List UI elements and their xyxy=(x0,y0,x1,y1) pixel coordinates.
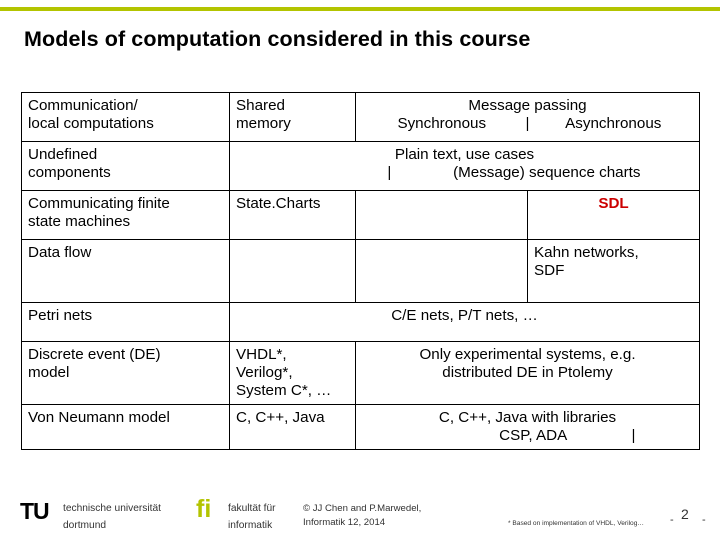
faculty-line2: informatik xyxy=(228,520,273,531)
vn-label: Von Neumann model xyxy=(28,408,170,426)
copyright-line1: © JJ Chen and P.Marwedel, xyxy=(303,503,422,514)
page-number: 2 xyxy=(681,506,689,522)
page-dash-left: - xyxy=(670,514,674,526)
undefined-line1: Undefined xyxy=(28,146,98,163)
header-synchronous: Synchronous xyxy=(397,114,487,132)
table-row-undefined-components: Undefined components Plain text, use cas… xyxy=(21,141,701,191)
table-header-row: Communication/ local computations Shared… xyxy=(21,92,701,142)
undefined-merged-line1: Plain text, use cases xyxy=(394,146,535,163)
undefined-merged-line2: | (Message) sequence charts xyxy=(236,164,693,182)
de-merged-line1: Only experimental systems, e.g. xyxy=(419,346,636,363)
models-of-computation-table: Communication/ local computations Shared… xyxy=(21,92,701,450)
footnote-based-on: * Based on implementation of VHDL, Veril… xyxy=(508,520,644,527)
table-row-petri-nets: Petri nets C/E nets, P/T nets, … xyxy=(21,302,701,342)
header-cell-communication: Communication/ local computations xyxy=(21,92,230,142)
cfsm-sdl: SDL xyxy=(598,195,629,212)
row-label-data-flow: Data flow xyxy=(21,239,230,303)
header-shared-line2: memory xyxy=(236,114,291,132)
header-sync-async-row: Synchronous | Asynchronous xyxy=(362,115,693,133)
fi-logo: fi xyxy=(196,495,212,523)
de-merged-line2: distributed DE in Ptolemy xyxy=(442,363,613,381)
de-systemc: System C*, … xyxy=(236,381,332,399)
models-table-wrapper: Communication/ local computations Shared… xyxy=(21,92,701,450)
copyright-line2: Informatik 12, 2014 xyxy=(303,517,386,528)
cell-petri-merged: C/E nets, P/T nets, … xyxy=(228,302,701,342)
cell-cfsm-shared-memory: State.Charts xyxy=(229,190,356,240)
header-communication-line1: Communication/ xyxy=(28,97,138,114)
cell-vn-merged: C, C++, Java with libraries CSP, ADA | xyxy=(354,403,701,450)
cell-vn-shared-memory: C, C++, Java xyxy=(229,403,356,450)
row-label-undefined-components: Undefined components xyxy=(21,141,230,191)
table-row-communicating-fsm: Communicating finite state machines Stat… xyxy=(21,190,701,240)
table-row-data-flow: Data flow Kahn networks, SDF xyxy=(21,239,701,303)
petri-label: Petri nets xyxy=(28,307,93,324)
dataflow-kahn: Kahn networks, xyxy=(534,244,639,261)
header-asynchronous: Asynchronous xyxy=(565,114,662,132)
cfsm-line2: state machines xyxy=(28,212,131,230)
vn-merged-line1: C, C++, Java with libraries xyxy=(438,408,617,426)
de-vhdl: VHDL*, xyxy=(236,346,287,363)
row-label-von-neumann: Von Neumann model xyxy=(21,403,230,450)
vn-csp-ada: CSP, ADA xyxy=(499,426,568,444)
header-message-passing: Message passing xyxy=(468,97,587,114)
tu-logo: TU xyxy=(20,498,50,524)
undefined-merged-pipe: | xyxy=(387,163,392,181)
undefined-merged-msc: (Message) sequence charts xyxy=(453,163,641,181)
page-title: Models of computation considered in this… xyxy=(24,27,531,51)
tu-university-line2: dortmund xyxy=(63,520,107,531)
dataflow-label: Data flow xyxy=(28,244,92,261)
cell-dataflow-asynchronous: Kahn networks, SDF xyxy=(526,239,701,303)
header-shared-line1: Shared xyxy=(236,97,285,114)
row-cell-undefined-merged: Plain text, use cases | (Message) sequen… xyxy=(228,141,701,191)
row-label-discrete-event: Discrete event (DE) model xyxy=(21,341,230,405)
table-row-von-neumann: Von Neumann model C, C++, Java C, C++, J… xyxy=(21,403,701,450)
header-communication-line2: local computations xyxy=(28,114,154,132)
vn-merged-line2: CSP, ADA | xyxy=(362,427,693,445)
undefined-line2: components xyxy=(28,163,111,181)
dataflow-sdf: SDF xyxy=(534,261,565,279)
row-label-petri-nets: Petri nets xyxy=(21,302,230,342)
de-verilog: Verilog*, xyxy=(236,363,293,381)
de-line2: model xyxy=(28,363,70,381)
slide-footer: TU technische universität dortmund fi fa… xyxy=(0,496,720,540)
petri-nets-value: C/E nets, P/T nets, … xyxy=(391,307,538,324)
cell-de-merged: Only experimental systems, e.g. distribu… xyxy=(354,341,701,405)
tu-university-line1: technische universität xyxy=(63,503,161,514)
cell-de-shared-memory: VHDL*, Verilog*, System C*, … xyxy=(229,341,356,405)
faculty-line1: fakultät für xyxy=(228,503,276,514)
header-cell-message-passing: Message passing Synchronous | Asynchrono… xyxy=(354,92,701,142)
vn-separator-pipe: | xyxy=(631,426,636,444)
page-dash-right: - xyxy=(702,514,706,526)
row-label-communicating-fsm: Communicating finite state machines xyxy=(21,190,230,240)
de-line1: Discrete event (DE) xyxy=(28,346,161,363)
cell-cfsm-synchronous xyxy=(355,190,528,240)
vn-languages: C, C++, Java xyxy=(236,408,325,426)
cfsm-statecharts: State.Charts xyxy=(236,195,321,212)
cell-dataflow-synchronous xyxy=(355,239,528,303)
table-row-discrete-event: Discrete event (DE) model VHDL*, Verilog… xyxy=(21,341,701,405)
cell-cfsm-asynchronous: SDL xyxy=(526,190,701,240)
cfsm-line1: Communicating finite xyxy=(28,195,170,212)
header-separator-pipe: | xyxy=(525,114,530,132)
top-accent-rule xyxy=(0,7,720,11)
header-cell-shared-memory: Shared memory xyxy=(229,92,356,142)
cell-dataflow-shared-memory xyxy=(229,239,356,303)
